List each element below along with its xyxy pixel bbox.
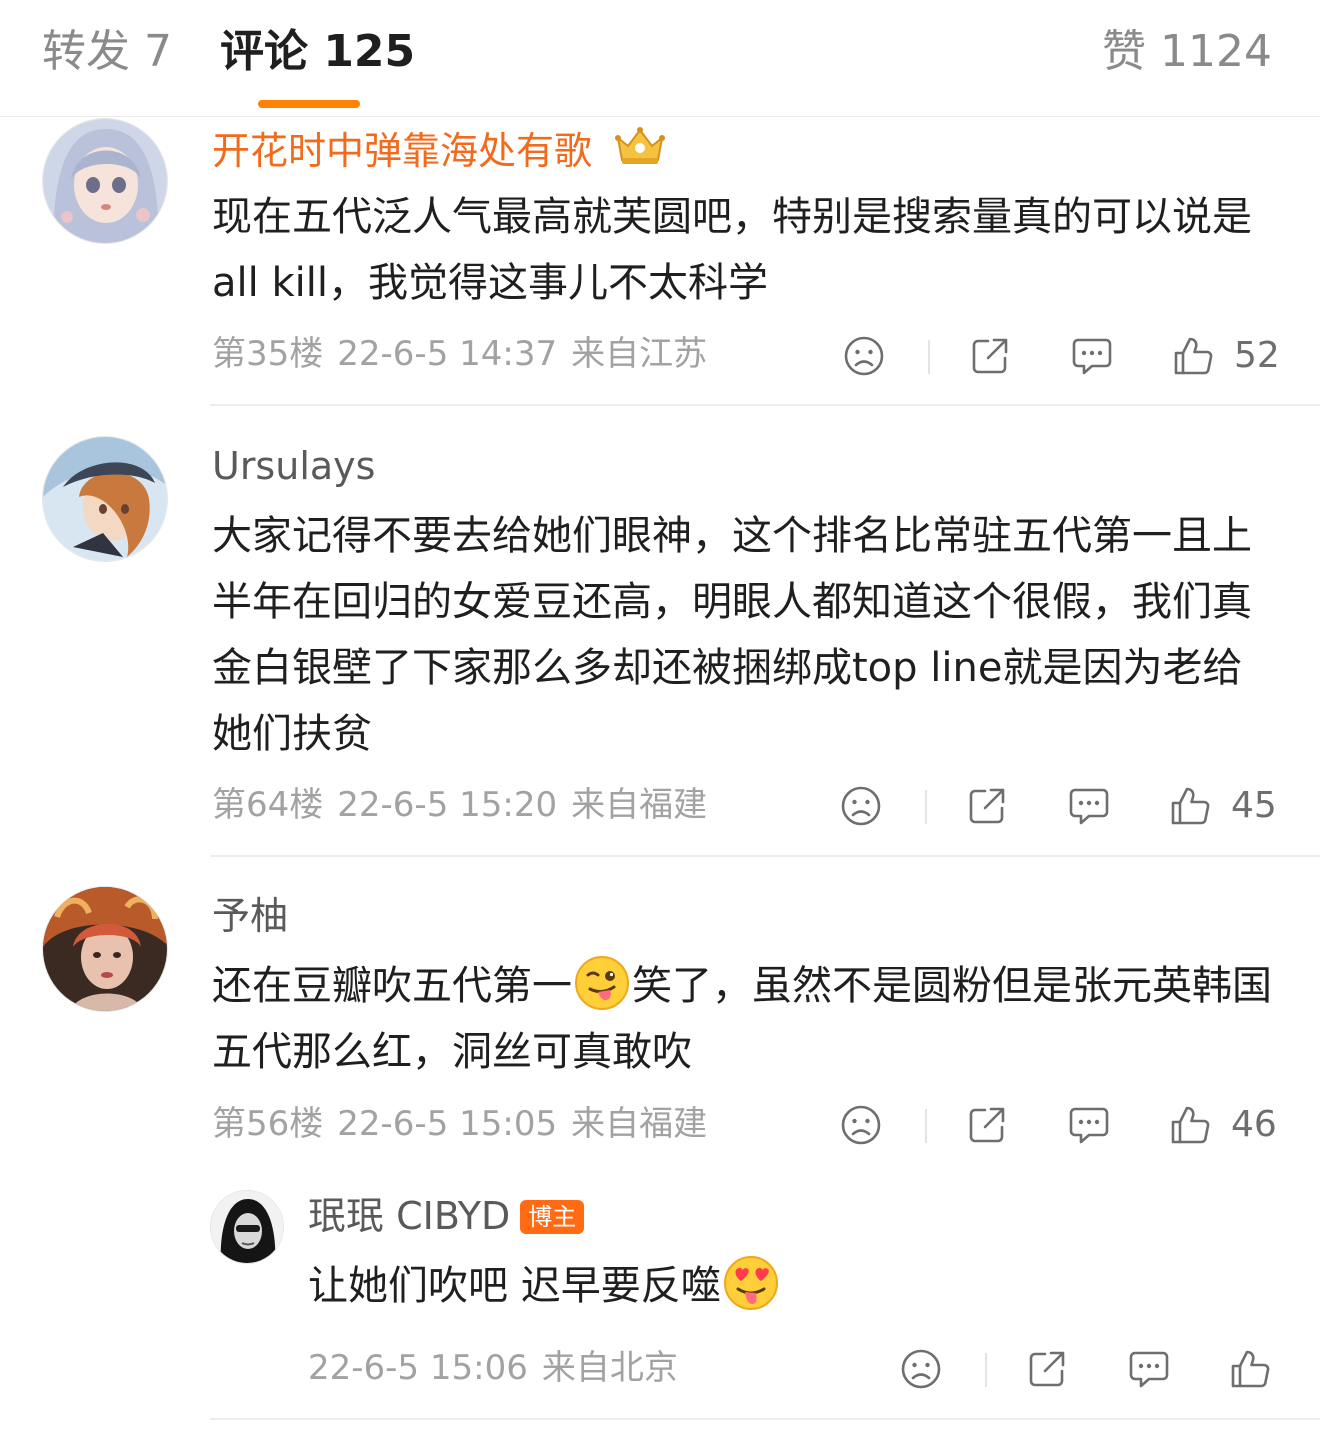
username[interactable]: 珉珉 CIBYD 博主 <box>308 1192 585 1240</box>
dislike-icon[interactable] <box>839 1103 883 1147</box>
tab-comments[interactable]: 评论 125 <box>220 24 415 80</box>
comment-divider <box>210 1418 1320 1420</box>
tab-likes[interactable]: 赞 1124 <box>1102 24 1272 80</box>
username[interactable]: 予柚 <box>212 892 288 940</box>
avatar[interactable] <box>42 886 168 1012</box>
comment-meta: 第56楼 22-6-5 15:05 来自福建 <box>212 1102 707 1146</box>
reply-icon[interactable] <box>1067 1103 1111 1147</box>
action-separator <box>925 790 927 824</box>
comment-meta: 22-6-5 15:06 来自北京 <box>308 1346 678 1390</box>
comment-time: 22-6-5 15:05 <box>337 1104 558 1144</box>
floor-number: 第56楼 <box>212 1104 324 1144</box>
floor-number: 第35楼 <box>212 334 324 374</box>
action-separator <box>928 340 930 374</box>
username[interactable]: Ursulays <box>212 442 375 490</box>
comment-actions: 52 <box>842 334 1282 378</box>
avatar[interactable] <box>210 1190 284 1264</box>
like-count: 46 <box>1231 1104 1277 1145</box>
action-separator <box>925 1109 927 1143</box>
dislike-icon[interactable] <box>842 334 886 378</box>
tongue-out-emoji <box>574 955 630 1011</box>
comment-time: 22-6-5 15:06 <box>308 1348 528 1388</box>
like-icon[interactable] <box>1169 784 1213 828</box>
comment-time: 22-6-5 14:37 <box>337 334 558 374</box>
floor-number: 第64楼 <box>212 785 324 825</box>
action-separator <box>985 1353 987 1387</box>
dislike-icon[interactable] <box>899 1347 943 1391</box>
comment-actions <box>899 1347 1279 1391</box>
comment-text: 让她们吹吧 迟早要反噬 <box>308 1253 1268 1319</box>
like-icon[interactable] <box>1229 1347 1273 1391</box>
comment-meta: 第35楼 22-6-5 14:37 来自江苏 <box>212 332 707 376</box>
comment-location: 来自北京 <box>541 1348 678 1388</box>
comment-divider <box>210 855 1320 857</box>
comment-location: 来自福建 <box>571 1104 708 1144</box>
comment-time: 22-6-5 15:20 <box>337 785 558 825</box>
like-icon[interactable] <box>1172 334 1216 378</box>
comment-text: 现在五代泛人气最高就芙圆吧，特别是搜索量真的可以说是all kill，我觉得这事… <box>212 194 1252 306</box>
share-icon[interactable] <box>968 334 1012 378</box>
comment-actions: 46 <box>839 1103 1279 1147</box>
share-icon[interactable] <box>965 1103 1009 1147</box>
reply-icon[interactable] <box>1127 1347 1171 1391</box>
comment-text: 大家记得不要去给她们眼神，这个排名比常驻五代第一且上半年在回归的女爱豆还高，明眼… <box>212 513 1252 757</box>
like-count: 45 <box>1231 785 1277 826</box>
share-icon[interactable] <box>965 784 1009 828</box>
comment-location: 来自福建 <box>571 785 708 825</box>
avatar[interactable] <box>42 436 168 562</box>
share-icon[interactable] <box>1025 1347 1069 1391</box>
heart-eyes-tongue-emoji <box>723 1255 779 1311</box>
dislike-icon[interactable] <box>839 784 883 828</box>
avatar[interactable] <box>42 118 168 244</box>
comment-text: 还在豆瓣吹五代第一 笑了，虽然不是圆粉但是张元英韩国五代那么红，洞丝可真敢吹 <box>212 953 1280 1085</box>
crown-badge-icon <box>612 124 668 168</box>
tab-repost[interactable]: 转发 7 <box>42 24 172 80</box>
like-count: 52 <box>1234 335 1280 376</box>
comment-location: 来自江苏 <box>571 334 708 374</box>
comment-actions: 45 <box>839 784 1279 828</box>
author-badge: 博主 <box>520 1200 585 1234</box>
active-tab-indicator <box>258 100 360 108</box>
like-icon[interactable] <box>1169 1103 1213 1147</box>
reply-icon[interactable] <box>1067 784 1111 828</box>
comment-meta: 第64楼 22-6-5 15:20 来自福建 <box>212 783 707 827</box>
comment-tabs: 转发 7 评论 125 赞 1124 <box>0 0 1320 117</box>
reply-icon[interactable] <box>1070 334 1114 378</box>
username[interactable]: 开花时中弹靠海处有歌 <box>212 124 668 175</box>
comment-divider <box>210 404 1320 406</box>
